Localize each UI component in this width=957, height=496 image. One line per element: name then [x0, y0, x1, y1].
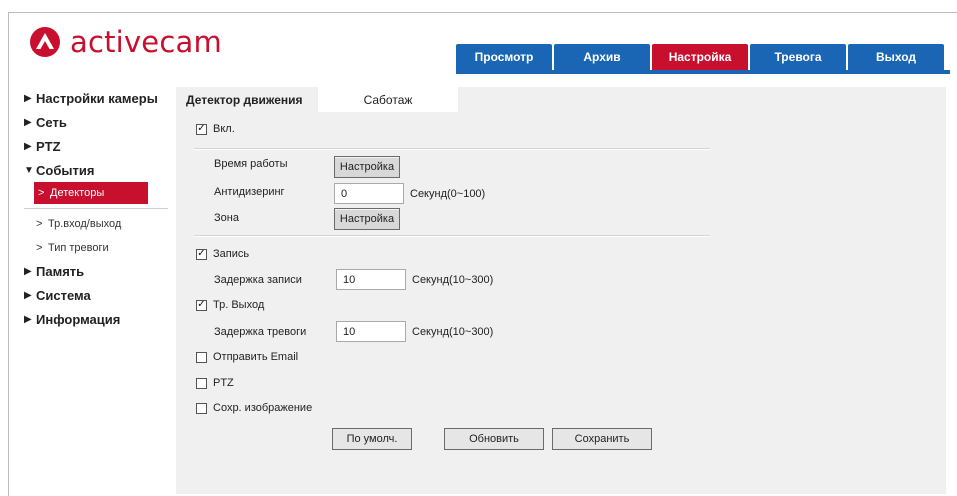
tab-tamper[interactable]: Саботаж: [318, 87, 458, 112]
triangle-down-icon: ▼: [24, 164, 34, 176]
record-delay-unit: Секунд(10~300): [412, 273, 494, 286]
nav-underline: [456, 70, 950, 74]
sidebar-item-system[interactable]: ▶ Система: [24, 285, 168, 305]
sidebar-subitem-label: Тр.вход/выход: [48, 218, 122, 230]
sidebar-subitem-alarm-type[interactable]: > Тип тревоги: [24, 237, 168, 259]
enable-label: Вкл.: [213, 123, 235, 135]
antidither-row: Антидизеринг: [214, 186, 285, 198]
chevron-right-icon: >: [36, 242, 43, 254]
record-delay-label: Задержка записи: [214, 274, 302, 286]
ptz-label: PTZ: [213, 377, 234, 389]
schedule-label: Время работы: [214, 158, 288, 170]
email-row: Отправить Email: [196, 351, 298, 363]
triangle-right-icon: ▶: [24, 140, 32, 152]
snapshot-row: Сохр. изображение: [196, 402, 312, 414]
alarm-delay-unit: Секунд(10~300): [412, 325, 494, 338]
schedule-setup-button[interactable]: Настройка: [334, 156, 400, 178]
chevron-right-icon: >: [38, 187, 45, 199]
email-label: Отправить Email: [213, 351, 299, 363]
record-delay-row: Задержка записи: [214, 274, 302, 286]
alarm-out-label: Тр. Выход: [213, 299, 265, 311]
snapshot-label: Сохр. изображение: [213, 402, 313, 414]
email-checkbox[interactable]: [196, 351, 207, 363]
enable-row: ✓ Вкл.: [196, 123, 235, 135]
antidither-input[interactable]: 0: [334, 183, 404, 204]
sidebar-subitem-alarm-io[interactable]: > Тр.вход/выход: [24, 213, 168, 235]
sidebar-divider: [24, 208, 168, 209]
record-delay-control: 10 Секунд(10~300): [336, 269, 493, 290]
tab-settings[interactable]: Настройка: [652, 44, 748, 70]
sidebar-item-label: PTZ: [36, 138, 61, 154]
sidebar-subitem-label: Детекторы: [50, 187, 105, 199]
antidither-label: Антидизеринг: [214, 186, 285, 198]
triangle-right-icon: ▶: [24, 116, 32, 128]
settings-panel: Детектор движения Саботаж ✓ Вкл. Время р…: [176, 87, 946, 494]
divider: [194, 148, 710, 150]
ptz-row: PTZ: [196, 377, 234, 389]
sidebar-item-label: Информация: [36, 311, 121, 327]
save-button[interactable]: Сохранить: [552, 428, 652, 450]
triangle-right-icon: ▶: [24, 289, 32, 301]
zone-label: Зона: [214, 212, 239, 224]
sidebar-item-events[interactable]: ▼ События: [24, 160, 168, 180]
sidebar: ▶ Настройки камеры ▶ Сеть ▶ PTZ ▼ События > Д…: [24, 88, 168, 333]
sidebar-item-label: Память: [36, 263, 85, 279]
triangle-right-icon: ▶: [24, 265, 32, 277]
triangle-right-icon: ▶: [24, 92, 32, 104]
sidebar-item-network[interactable]: ▶ Сеть: [24, 112, 168, 132]
sidebar-item-label: Сеть: [36, 114, 67, 130]
alarm-delay-label: Задержка тревоги: [214, 326, 307, 338]
sidebar-item-label: Система: [36, 287, 91, 303]
sidebar-item-info[interactable]: ▶ Информация: [24, 309, 168, 329]
tab-logout[interactable]: Выход: [848, 44, 944, 70]
brand-name: activecam: [70, 25, 222, 59]
record-row: ✓ Запись: [196, 248, 249, 260]
sidebar-item-camera-settings[interactable]: ▶ Настройки камеры: [24, 88, 168, 108]
alarm-delay-row: Задержка тревоги: [214, 326, 306, 338]
zone-setup-button[interactable]: Настройка: [334, 208, 400, 230]
alarm-delay-input[interactable]: 10: [336, 321, 406, 342]
sidebar-subitem-label: Тип тревоги: [48, 242, 109, 254]
divider: [194, 235, 710, 237]
alarm-out-checkbox[interactable]: ✓: [196, 299, 207, 311]
main-nav: Просмотр Архив Настройка Тревога Выход: [456, 44, 946, 70]
alarm-delay-control: 10 Секунд(10~300): [336, 321, 493, 342]
ptz-checkbox[interactable]: [196, 377, 207, 389]
sidebar-item-storage[interactable]: ▶ Память: [24, 261, 168, 281]
tab-motion-detector[interactable]: Детектор движения: [176, 87, 318, 112]
snapshot-checkbox[interactable]: [196, 402, 207, 414]
schedule-row: Время работы: [214, 158, 288, 170]
sidebar-item-label: Настройки камеры: [36, 90, 158, 106]
antidither-unit: Секунд(0~100): [410, 187, 486, 200]
subtabs: Детектор движения Саботаж: [176, 87, 458, 112]
chevron-right-icon: >: [36, 218, 43, 230]
logo: activecam: [30, 24, 222, 60]
tab-alarm[interactable]: Тревога: [750, 44, 846, 70]
antidither-control: 0 Секунд(0~100): [334, 183, 485, 204]
enable-checkbox[interactable]: ✓: [196, 123, 207, 135]
sidebar-item-ptz[interactable]: ▶ PTZ: [24, 136, 168, 156]
triangle-right-icon: ▶: [24, 313, 32, 325]
tab-archive[interactable]: Архив: [554, 44, 650, 70]
zone-row: Зона: [214, 212, 239, 224]
tab-view[interactable]: Просмотр: [456, 44, 552, 70]
sidebar-item-label: События: [36, 162, 95, 178]
refresh-button[interactable]: Обновить: [444, 428, 544, 450]
alarm-out-row: ✓ Тр. Выход: [196, 299, 264, 311]
record-checkbox[interactable]: ✓: [196, 248, 207, 260]
default-button[interactable]: По умолч.: [332, 428, 412, 450]
record-delay-input[interactable]: 10: [336, 269, 406, 290]
sidebar-subitem-detectors[interactable]: > Детекторы: [34, 182, 148, 204]
logo-mark-icon: [30, 27, 60, 57]
record-label: Запись: [213, 248, 250, 260]
